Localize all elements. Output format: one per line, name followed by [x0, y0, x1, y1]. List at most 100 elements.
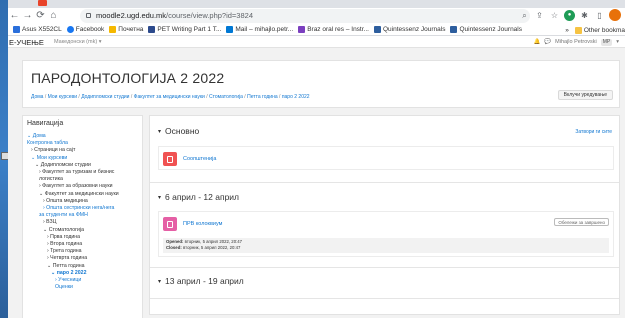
notifications-bell-icon[interactable]: 🔔 [533, 37, 540, 48]
nav-tree-item[interactable]: › Учесници [27, 277, 140, 284]
browser-toolbar: ← → ⟳ ⌂ moodle2.ugd.edu.mk/course/view.p… [8, 8, 625, 24]
bookmark-item[interactable]: Facebook [66, 26, 105, 33]
opened-label: Opened: [166, 239, 184, 244]
side-panel-icon[interactable]: ▯ [594, 10, 605, 21]
navigation-tree: ⌄ Дома Контролна табла › Страници на сајт ⌄… [27, 133, 140, 291]
breadcrumb-item[interactable]: Петта година [247, 94, 278, 100]
bookmark-label: Quintessenz Journals [382, 26, 446, 33]
nav-tree-item[interactable]: › Трета година [27, 248, 140, 255]
site-navbar: Е-УЧЕЊЕ Македонски (mk) ▾ 🔔 💬 Mihajlo Pe… [8, 37, 625, 48]
nav-tree-item[interactable]: ⌄ паро 2 2022 [27, 270, 140, 277]
nav-tree-item[interactable]: › Општа медицина [27, 198, 140, 205]
user-avatar[interactable]: MP [600, 39, 613, 46]
nav-tree-item[interactable]: ⌄ Мои курсеви [27, 155, 140, 162]
bookmark-item[interactable]: Почетна [109, 26, 143, 33]
address-bar[interactable]: moodle2.ugd.edu.mk/course/view.php?id=38… [80, 9, 530, 23]
home-icon[interactable]: ⌂ [47, 9, 60, 23]
back-icon[interactable]: ← [8, 9, 21, 23]
chevron-down-icon: ▾ [158, 195, 162, 201]
user-menu-caret-icon[interactable]: ▾ [616, 37, 619, 48]
reload-icon[interactable]: ⟳ [34, 9, 47, 23]
bookmark-item[interactable]: Quintessenz Journals [450, 26, 522, 33]
nav-tree-item[interactable]: за студенти на ФМН [27, 212, 140, 219]
bookmark-star-icon[interactable]: ☆ [549, 10, 560, 21]
nav-tree-item[interactable]: логистика [27, 176, 140, 183]
breadcrumb-item[interactable]: Мои курсеви [48, 94, 77, 100]
other-bookmarks-button[interactable]: Other bookma [584, 27, 625, 34]
nav-tree-item[interactable]: › Страници на сајт [27, 147, 140, 154]
bookmark-favicon-icon [148, 26, 156, 33]
nav-tree-item[interactable]: › Факултет за образовни науки [27, 183, 140, 190]
section-divider [150, 267, 619, 268]
bookmark-favicon-icon [450, 26, 458, 33]
toolbar-actions: ⌕ ⇪ ☆ ● ✱ ▯ [519, 9, 621, 21]
opened-value: вторник, 5 април 2022, 20:47 [184, 239, 243, 244]
extensions-puzzle-icon[interactable]: ✱ [579, 10, 590, 21]
course-header: ПАРОДОНТОЛОГИЈА 2 2022 Дома / Мои курсев… [22, 60, 620, 108]
section-week2-title[interactable]: ▾ 13 април - 19 април [158, 276, 244, 286]
section-week1-title[interactable]: ▾ 6 април - 12 април [158, 192, 239, 202]
breadcrumb-item[interactable]: Дома [31, 94, 43, 100]
bookmark-favicon-icon [298, 26, 306, 33]
folder-icon [574, 26, 582, 34]
language-menu[interactable]: Македонски (mk) ▾ [54, 37, 101, 48]
bookmark-label: Facebook [75, 26, 105, 33]
site-brand[interactable]: Е-УЧЕЊЕ [9, 37, 44, 48]
extension-icon[interactable]: ● [564, 9, 575, 21]
navigation-title: Навигација [27, 120, 64, 127]
profile-avatar[interactable] [609, 9, 621, 21]
section-title-text: 13 април - 19 април [165, 276, 244, 286]
assignment-link[interactable]: ПРВ колоквиум [183, 221, 222, 227]
nav-tree-item[interactable]: ⌄ Петта година [27, 263, 140, 270]
forum-link[interactable]: Соопштенија [183, 156, 216, 162]
lock-icon [86, 13, 91, 18]
bookmark-label: Braz oral res – Instr... [307, 26, 369, 33]
nav-tree-item[interactable]: › Прва година [27, 234, 140, 241]
messages-icon[interactable]: 💬 [544, 37, 551, 48]
nav-tree-item[interactable]: › Четврта година [27, 255, 140, 262]
url-host: moodle2.ugd.edu.mk [96, 11, 167, 20]
collapse-all-link[interactable]: Затвори ги сите [575, 129, 612, 135]
closed-value: вторник, 5 април 2022, 20:47 [182, 245, 241, 250]
bookmark-item[interactable]: Asus X552CL [13, 26, 62, 33]
share-icon[interactable]: ⇪ [534, 10, 545, 21]
activity-dates: Opened: вторник, 5 април 2022, 20:47 Clo… [163, 238, 609, 253]
breadcrumb: Дома / Мои курсеви / Додипломски студии … [31, 94, 310, 100]
user-name[interactable]: Mihajlo Petrovski [555, 37, 597, 48]
nav-tree-item[interactable]: Контролна табла [27, 140, 140, 147]
mark-as-done-button[interactable]: Обележи за завршено [554, 218, 609, 226]
nav-tree-item[interactable]: › ВЗЦ [27, 219, 140, 226]
url-path: /course/view.php?id=3824 [166, 11, 253, 20]
nav-tree-item[interactable]: ⌄ Факултет за медицински науки [27, 191, 140, 198]
forward-icon[interactable]: → [21, 9, 34, 23]
turn-editing-on-button[interactable]: Вклучи уредување [557, 90, 613, 100]
nav-tree-item[interactable]: ⌄ Дома [27, 133, 140, 140]
bookmark-label: Asus X552CL [22, 26, 62, 33]
assignment-icon [163, 217, 177, 231]
breadcrumb-item[interactable]: Стоматологија [209, 94, 243, 100]
nav-tree-item[interactable]: ⌄ Стоматологија [27, 227, 140, 234]
nav-tree-item[interactable]: ⌄ Додипломски студии [27, 162, 140, 169]
bookmark-item[interactable]: Quintessenz Journals [373, 26, 446, 33]
bookmark-item[interactable]: Mail – mihajlo.petr... [226, 26, 293, 33]
chevron-down-icon: ▾ [158, 279, 162, 285]
breadcrumb-item[interactable]: Додипломски студии [81, 94, 129, 100]
tab-favicon-icon[interactable] [38, 0, 47, 6]
breadcrumb-item[interactable]: Факултет за медицински науки [134, 94, 205, 100]
page-title: ПАРОДОНТОЛОГИЈА 2 2022 [31, 70, 225, 86]
nav-tree-item[interactable]: › Втора година [27, 241, 140, 248]
breadcrumb-item[interactable]: паро 2 2022 [282, 94, 310, 100]
zoom-icon[interactable]: ⌕ [519, 10, 530, 21]
bookmark-item[interactable]: PET Writing Part 1 T... [148, 26, 221, 33]
nav-tree-item[interactable]: › Општа сестрински нега/нега [27, 205, 140, 212]
nav-tree-item[interactable]: Оценки [27, 284, 140, 291]
bookmarks-overflow-button[interactable]: » [565, 27, 569, 34]
closed-label: Closed: [166, 245, 182, 250]
bookmark-item[interactable]: Braz oral res – Instr... [298, 26, 369, 33]
activity-forum: Соопштенија [158, 146, 614, 170]
bookmark-favicon-icon [373, 26, 381, 33]
nav-tree-item[interactable]: › Факултет за туризам и бизнис [27, 169, 140, 176]
bookmark-label: Почетна [118, 26, 144, 33]
section-general-title[interactable]: ▾ Основно [158, 126, 199, 136]
bookmarks-right: » Other bookma [561, 24, 625, 35]
